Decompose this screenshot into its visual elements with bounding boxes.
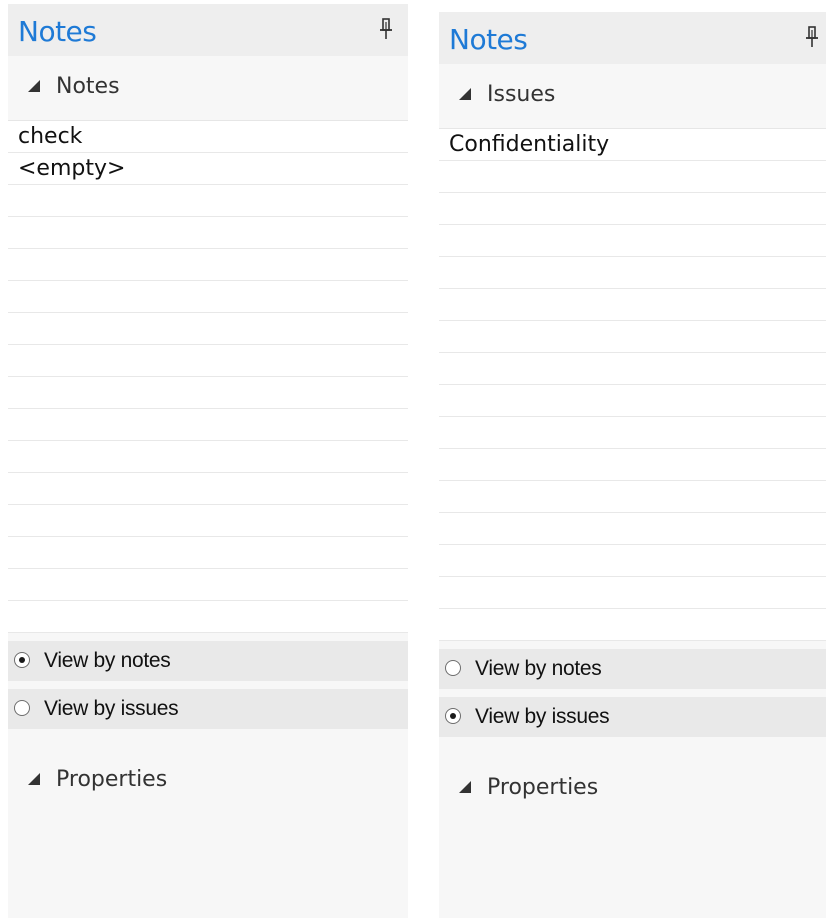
list-item[interactable]: check xyxy=(8,121,408,153)
issues-list: Confidentiality xyxy=(439,128,826,641)
list-item[interactable] xyxy=(439,545,826,577)
list-item[interactable] xyxy=(8,537,408,569)
list-item[interactable] xyxy=(439,449,826,481)
list-item[interactable] xyxy=(8,569,408,601)
section-label: Properties xyxy=(487,775,599,800)
view-by-notes-radio[interactable]: View by notes xyxy=(439,649,826,689)
notes-section-header[interactable]: Notes xyxy=(8,56,408,120)
panel-title: Notes xyxy=(18,15,97,48)
properties-section-header[interactable]: Properties xyxy=(439,757,826,821)
issues-section-header[interactable]: Issues xyxy=(439,64,826,128)
properties-section-header[interactable]: Properties xyxy=(8,749,408,813)
notes-panel-by-issues: Notes Issues Confidentiality View by not… xyxy=(439,12,826,918)
radio-button-icon[interactable] xyxy=(14,652,30,668)
list-item[interactable] xyxy=(8,409,408,441)
pin-icon[interactable] xyxy=(804,26,820,48)
list-item[interactable] xyxy=(8,601,408,633)
list-item[interactable] xyxy=(439,577,826,609)
view-by-notes-radio[interactable]: View by notes xyxy=(8,641,408,681)
list-item[interactable] xyxy=(439,257,826,289)
list-item[interactable] xyxy=(439,289,826,321)
radio-label: View by notes xyxy=(475,657,602,680)
list-item-text: Confidentiality xyxy=(449,132,610,157)
list-item[interactable] xyxy=(439,481,826,513)
panel-title: Notes xyxy=(449,23,528,56)
view-by-issues-radio[interactable]: View by issues xyxy=(8,689,408,729)
list-item[interactable]: Confidentiality xyxy=(439,129,826,161)
list-item[interactable] xyxy=(8,377,408,409)
triangle-collapse-icon[interactable] xyxy=(459,781,471,793)
triangle-collapse-icon[interactable] xyxy=(28,773,40,785)
radio-label: View by notes xyxy=(44,649,171,672)
radio-button-icon[interactable] xyxy=(445,708,461,724)
panel-header: Notes xyxy=(8,4,408,56)
radio-label: View by issues xyxy=(475,705,610,728)
radio-button-icon[interactable] xyxy=(445,660,461,676)
list-item[interactable] xyxy=(8,281,408,313)
list-item[interactable] xyxy=(8,473,408,505)
section-label: Issues xyxy=(487,82,556,107)
pin-icon[interactable] xyxy=(378,18,394,40)
list-item[interactable] xyxy=(439,193,826,225)
triangle-collapse-icon[interactable] xyxy=(28,80,40,92)
list-item[interactable] xyxy=(439,225,826,257)
list-item[interactable] xyxy=(439,321,826,353)
list-item[interactable] xyxy=(439,161,826,193)
list-item-text: <empty> xyxy=(18,156,126,181)
list-item[interactable] xyxy=(8,345,408,377)
list-item-text: check xyxy=(18,124,83,149)
list-item[interactable] xyxy=(439,513,826,545)
radio-label: View by issues xyxy=(44,697,179,720)
list-item[interactable] xyxy=(439,609,826,641)
list-item[interactable] xyxy=(439,385,826,417)
list-item[interactable] xyxy=(8,217,408,249)
list-item[interactable] xyxy=(8,313,408,345)
list-item[interactable] xyxy=(8,249,408,281)
notes-list: check <empty> xyxy=(8,120,408,633)
list-item[interactable] xyxy=(439,417,826,449)
list-item[interactable] xyxy=(8,505,408,537)
radio-button-icon[interactable] xyxy=(14,700,30,716)
list-item[interactable]: <empty> xyxy=(8,153,408,185)
list-item[interactable] xyxy=(439,353,826,385)
section-label: Properties xyxy=(56,767,168,792)
panel-header: Notes xyxy=(439,12,826,64)
list-item[interactable] xyxy=(8,185,408,217)
triangle-collapse-icon[interactable] xyxy=(459,88,471,100)
notes-panel-by-notes: Notes Notes check <empty> View by notes V… xyxy=(8,4,408,918)
view-by-issues-radio[interactable]: View by issues xyxy=(439,697,826,737)
section-label: Notes xyxy=(56,74,120,99)
list-item[interactable] xyxy=(8,441,408,473)
